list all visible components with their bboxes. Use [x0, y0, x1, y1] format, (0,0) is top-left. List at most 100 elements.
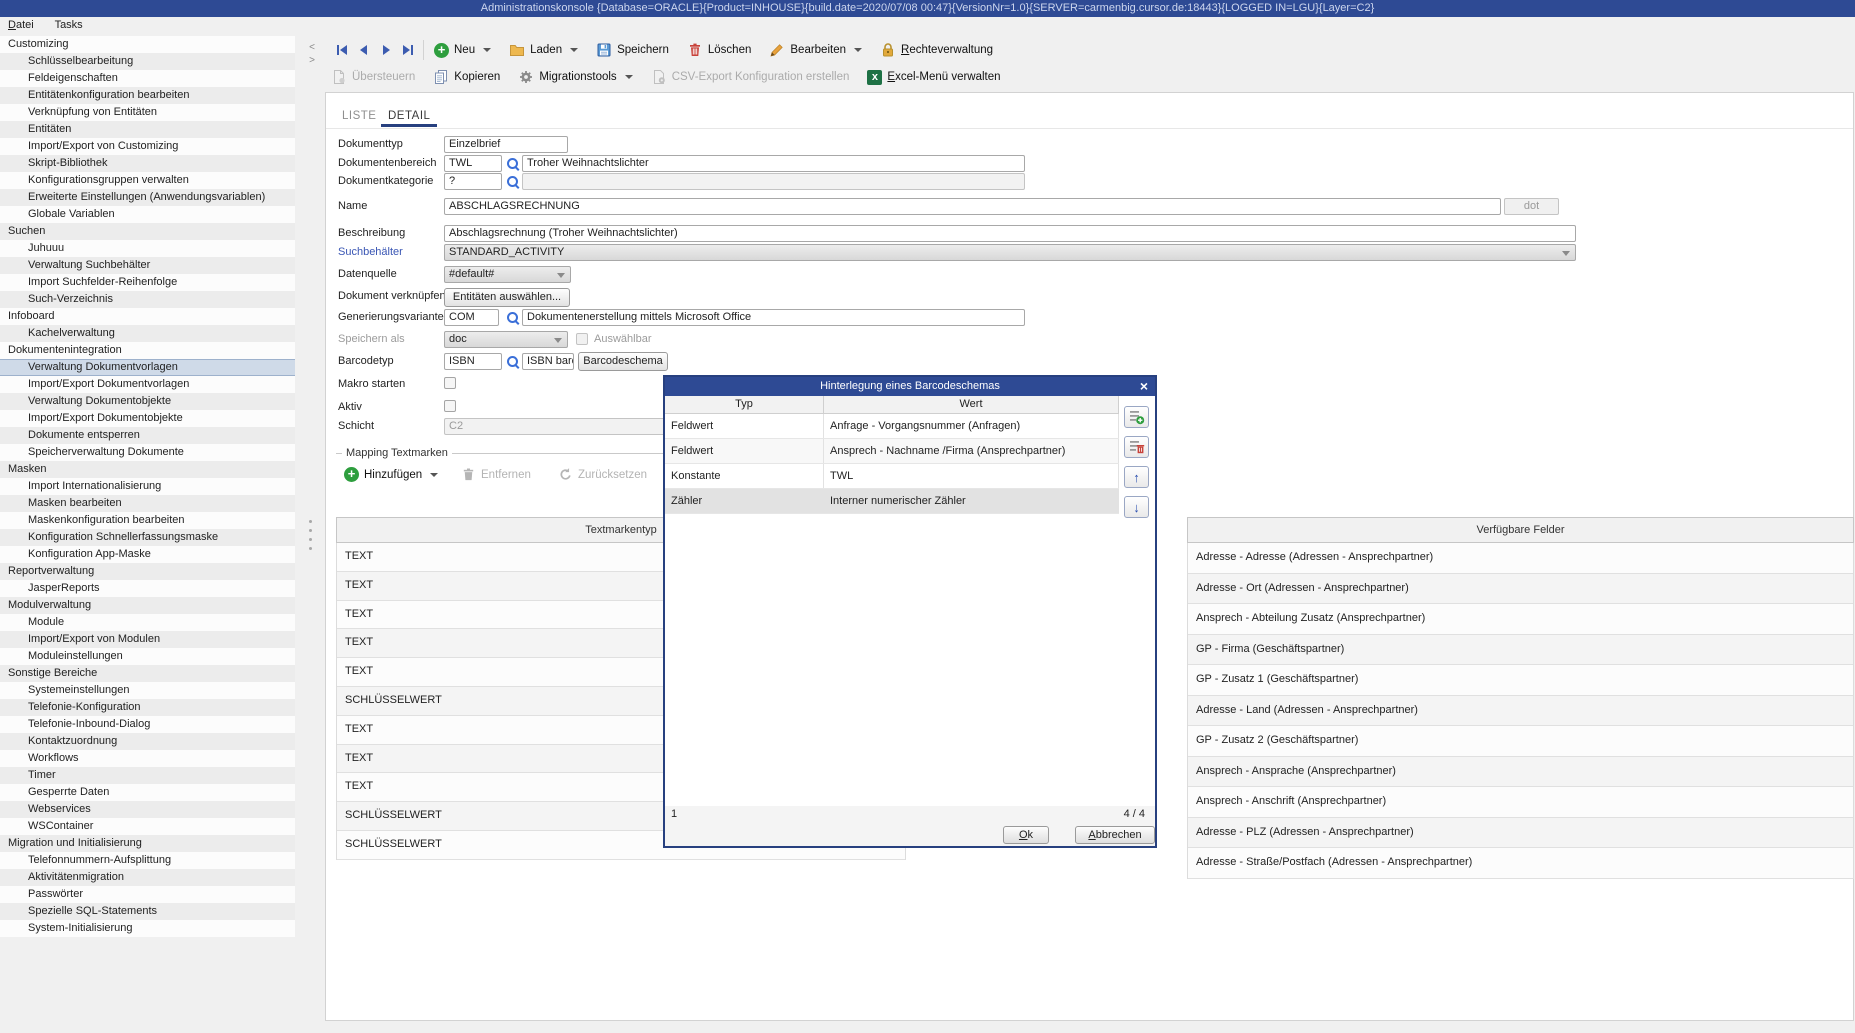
available-field-row[interactable]: Ansprech - Anschrift (Ansprechpartner) — [1188, 787, 1853, 818]
sidebar-section[interactable]: Infoboard — [0, 308, 295, 325]
wert-column-header[interactable]: Wert — [824, 396, 1119, 413]
menu-datei[interactable]: Datei — [8, 17, 34, 33]
loeschen-button[interactable]: Löschen — [687, 42, 751, 58]
next-record-button[interactable] — [375, 41, 397, 59]
generierungsvariante-code-field[interactable]: COM — [444, 309, 499, 326]
sidebar-item[interactable]: Workflows — [0, 750, 295, 767]
barcodetyp-code-field[interactable]: ISBN — [444, 353, 502, 370]
splitter-handle[interactable] — [309, 520, 312, 523]
ok-button[interactable]: Ok — [1003, 826, 1049, 844]
sidebar-item[interactable]: Verknüpfung von Entitäten — [0, 104, 295, 121]
sidebar-section[interactable]: Modulverwaltung — [0, 597, 295, 614]
aktiv-checkbox[interactable] — [444, 400, 456, 412]
sidebar-section[interactable]: Dokumentenintegration — [0, 342, 295, 359]
sidebar-item[interactable]: Maskenkonfiguration bearbeiten — [0, 512, 295, 529]
available-field-row[interactable]: Adresse - Land (Adressen - Ansprechpartn… — [1188, 696, 1853, 727]
sidebar-item[interactable]: Konfiguration Schnellerfassungsmaske — [0, 529, 295, 546]
close-icon[interactable]: × — [1136, 378, 1152, 394]
barcodeschema-button[interactable]: Barcodeschema — [578, 352, 668, 371]
sidebar-item[interactable]: Telefonie-Konfiguration — [0, 699, 295, 716]
suchbehaelter-dropdown[interactable]: STANDARD_ACTIVITY — [444, 244, 1576, 261]
sidebar-item[interactable]: Import/Export Dokumentvorlagen — [0, 376, 295, 393]
barcode-schema-row[interactable]: FeldwertAnfrage - Vorgangsnummer (Anfrag… — [665, 414, 1119, 439]
available-field-row[interactable]: Ansprech - Ansprache (Ansprechpartner) — [1188, 757, 1853, 788]
sidebar-item[interactable]: Telefonnummern-Aufsplittung — [0, 852, 295, 869]
sidebar-item[interactable]: Import/Export von Customizing — [0, 138, 295, 155]
sidebar-item[interactable]: Aktivitätenmigration — [0, 869, 295, 886]
expand-sidebar-icon[interactable]: > — [306, 55, 318, 67]
available-field-row[interactable]: GP - Firma (Geschäftspartner) — [1188, 635, 1853, 666]
dokumentenbereich-desc-field[interactable]: Troher Weihnachtslichter — [522, 155, 1025, 172]
previous-record-button[interactable] — [353, 41, 375, 59]
sidebar-item[interactable]: Verwaltung Dokumentobjekte — [0, 393, 295, 410]
move-down-button[interactable]: ↓ — [1124, 496, 1149, 518]
sidebar-item[interactable]: Import Suchfelder-Reihenfolge — [0, 274, 295, 291]
sidebar-item[interactable]: Moduleinstellungen — [0, 648, 295, 665]
dropdown-caret-icon[interactable] — [483, 48, 491, 52]
sidebar-item[interactable]: Spezielle SQL-Statements — [0, 903, 295, 920]
sidebar-item[interactable]: Webservices — [0, 801, 295, 818]
sidebar-item[interactable]: Passwörter — [0, 886, 295, 903]
sidebar-item[interactable]: Telefonie-Inbound-Dialog — [0, 716, 295, 733]
delete-row-button[interactable] — [1124, 436, 1149, 458]
bearbeiten-button[interactable]: Bearbeiten — [769, 42, 862, 58]
dropdown-caret-icon[interactable] — [570, 48, 578, 52]
auswaehlbar-checkbox[interactable] — [576, 333, 588, 345]
uebersteuern-button[interactable]: Übersteuern — [331, 69, 415, 85]
sidebar-item[interactable]: Systemeinstellungen — [0, 682, 295, 699]
available-field-row[interactable]: Adresse - Adresse (Adressen - Ansprechpa… — [1188, 543, 1853, 574]
rechteverwaltung-button[interactable]: Rechteverwaltung — [880, 42, 993, 58]
sidebar-item[interactable]: Timer — [0, 767, 295, 784]
available-field-row[interactable]: GP - Zusatz 2 (Geschäftspartner) — [1188, 726, 1853, 757]
last-record-button[interactable] — [397, 41, 419, 59]
barcode-schema-row[interactable]: KonstanteTWL — [665, 464, 1119, 489]
speichern-button[interactable]: Speichern — [596, 42, 669, 58]
speichern-als-dropdown[interactable]: doc — [444, 331, 568, 348]
available-field-row[interactable]: Adresse - PLZ (Adressen - Ansprechpartne… — [1188, 818, 1853, 849]
dropdown-caret-icon[interactable] — [854, 48, 862, 52]
search-icon[interactable] — [506, 175, 520, 189]
sidebar-item[interactable]: Import/Export von Modulen — [0, 631, 295, 648]
entfernen-button[interactable]: Entfernen — [461, 467, 531, 482]
sidebar-item[interactable]: Kontaktzuordnung — [0, 733, 295, 750]
barcode-schema-row[interactable]: FeldwertAnsprech - Nachname /Firma (Ansp… — [665, 439, 1119, 464]
sidebar-item[interactable]: Konfiguration App-Maske — [0, 546, 295, 563]
sidebar-item[interactable]: Such-Verzeichnis — [0, 291, 295, 308]
migrationstools-button[interactable]: Migrationstools — [518, 69, 632, 85]
dokumenttyp-field[interactable]: Einzelbrief — [444, 136, 568, 153]
sidebar-item[interactable]: Module — [0, 614, 295, 631]
name-field[interactable]: ABSCHLAGSRECHNUNG — [444, 198, 1501, 215]
sidebar-item[interactable]: Juhuuu — [0, 240, 295, 257]
beschreibung-field[interactable]: Abschlagsrechnung (Troher Weihnachtslich… — [444, 225, 1576, 242]
neu-button[interactable]: Neu — [434, 43, 491, 58]
sidebar-section[interactable]: Suchen — [0, 223, 295, 240]
sidebar-section[interactable]: Sonstige Bereiche — [0, 665, 295, 682]
menu-tasks[interactable]: Tasks — [55, 19, 83, 31]
add-row-button[interactable] — [1124, 406, 1149, 428]
abbrechen-button[interactable]: Abbrechen — [1075, 826, 1155, 844]
available-field-row[interactable]: GP - Zusatz 1 (Geschäftspartner) — [1188, 665, 1853, 696]
csv-export-button[interactable]: CSV-Export Konfiguration erstellen — [651, 69, 850, 85]
dokumentkategorie-code-field[interactable]: ? — [444, 173, 502, 190]
sidebar-section[interactable]: Masken — [0, 461, 295, 478]
kopieren-button[interactable]: Kopieren — [433, 69, 500, 85]
tab-liste[interactable]: LISTE — [342, 110, 376, 122]
datenquelle-dropdown[interactable]: #default# — [444, 266, 571, 283]
sidebar-item[interactable]: System-Initialisierung — [0, 920, 295, 937]
sidebar-item[interactable]: Dokumente entsperren — [0, 427, 295, 444]
search-icon[interactable] — [506, 157, 520, 171]
sidebar-item[interactable]: Import Internationalisierung — [0, 478, 295, 495]
barcodetyp-desc-field[interactable]: ISBN barco — [522, 353, 574, 370]
sidebar-item[interactable]: JasperReports — [0, 580, 295, 597]
barcode-schema-row[interactable]: ZählerInterner numerischer Zähler — [665, 489, 1119, 514]
hinzufuegen-button[interactable]: Hinzufügen — [344, 467, 438, 482]
tab-detail[interactable]: DETAIL — [381, 110, 437, 127]
dropdown-caret-icon[interactable] — [625, 75, 633, 79]
first-record-button[interactable] — [331, 41, 353, 59]
available-field-row[interactable]: Adresse - Straße/Postfach (Adressen - An… — [1188, 848, 1853, 879]
sidebar-item[interactable]: Entitätenkonfiguration bearbeiten — [0, 87, 295, 104]
excel-menue-button[interactable]: Excel-Menü verwalten — [867, 70, 1000, 85]
sidebar-item[interactable]: Speicherverwaltung Dokumente — [0, 444, 295, 461]
dropdown-caret-icon[interactable] — [430, 473, 438, 477]
sidebar-item[interactable]: Gesperrte Daten — [0, 784, 295, 801]
